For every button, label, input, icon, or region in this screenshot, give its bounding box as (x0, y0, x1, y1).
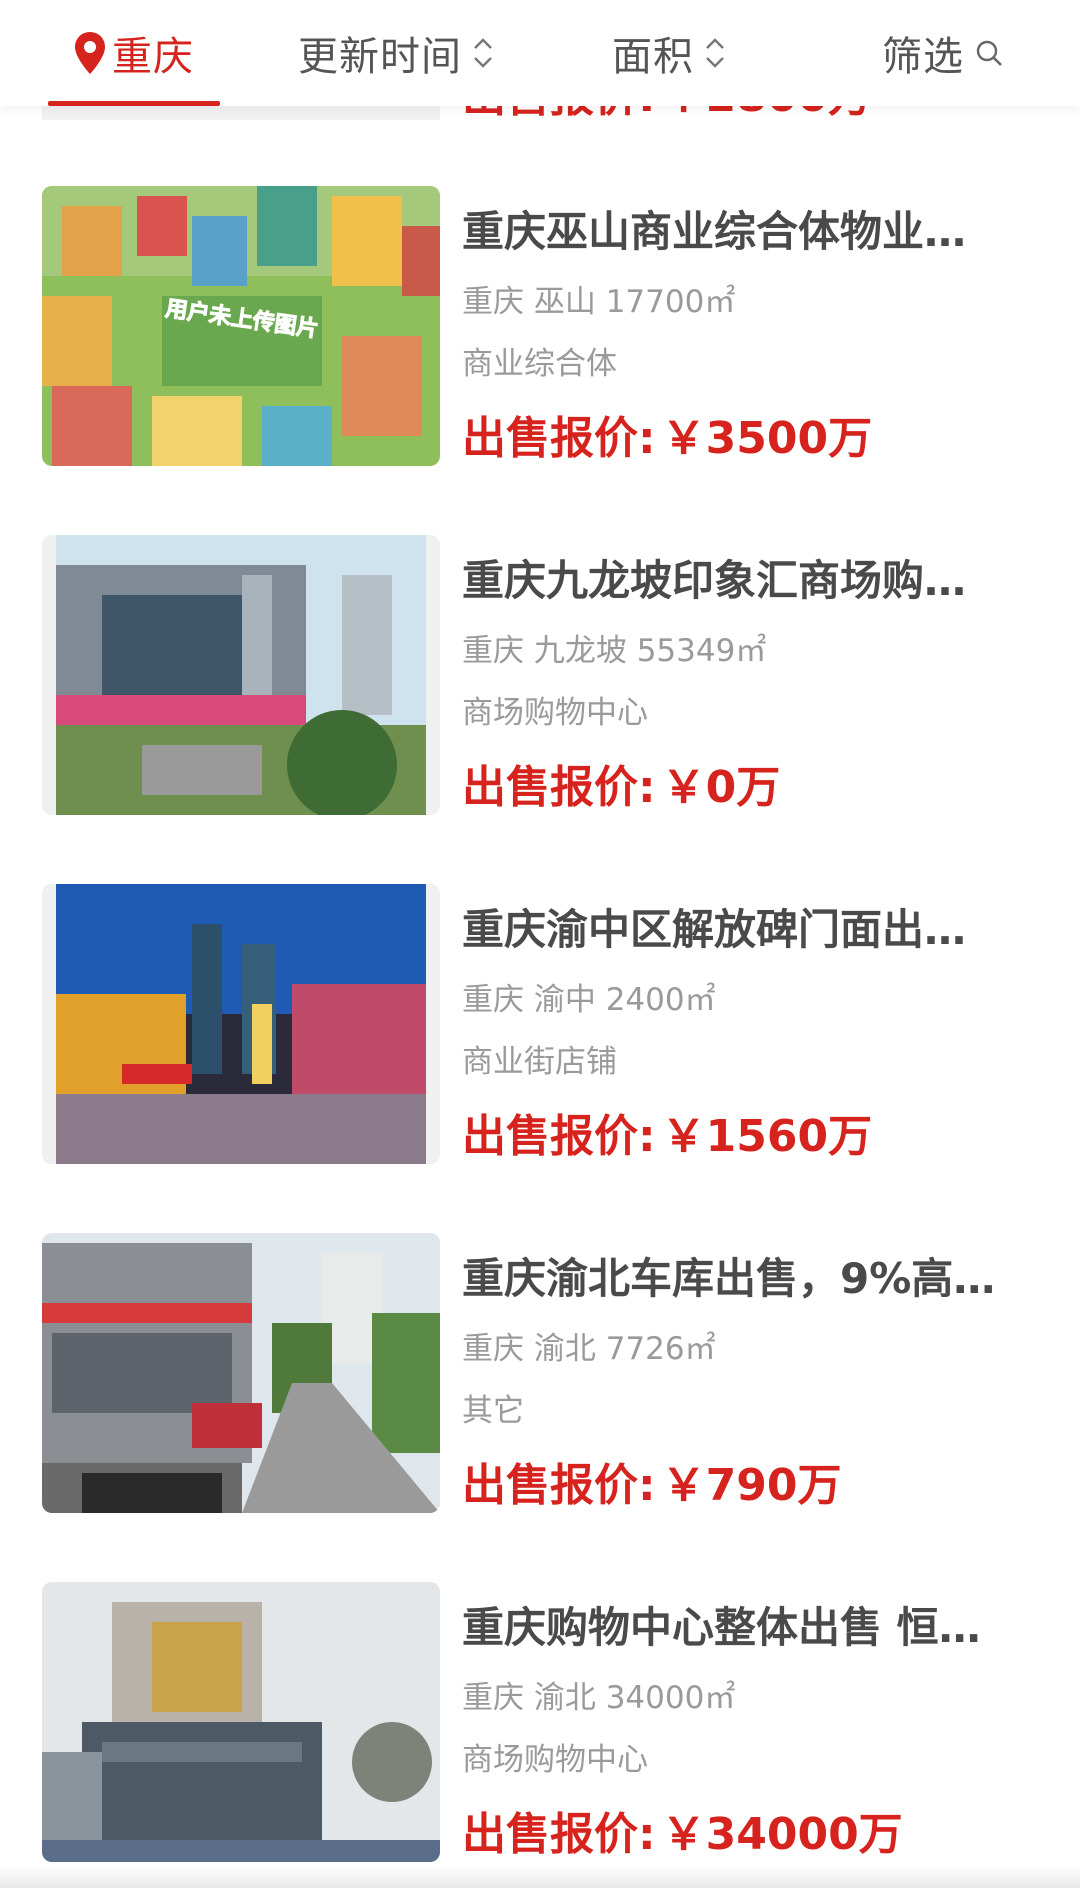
listing-price: 出售报价: ￥3500万 (462, 402, 872, 466)
price-label: 出售报价: (462, 413, 656, 464)
tab-city-label: 重庆 (112, 34, 194, 80)
listing-item[interactable]: 重庆购物中心整体出售 恒… 重庆 渝北 34000㎡ 商场购物中心 出售报价: ￥… (0, 1582, 1080, 1862)
listing-price: 出售报价: ￥0万 (462, 751, 780, 815)
listing-category: 商场购物中心 (462, 1742, 648, 1778)
tab-city[interactable]: 重庆 (72, 0, 194, 106)
price-label: 出售报价: (462, 1809, 656, 1860)
tab-update-time[interactable]: 更新时间 (298, 0, 496, 106)
sort-updown-icon (474, 38, 492, 68)
tab-update-time-label: 更新时间 (298, 34, 462, 80)
tab-area[interactable]: 面积 (612, 0, 728, 106)
listing-thumbnail[interactable] (42, 1582, 440, 1862)
price-label: 出售报价: (462, 1460, 656, 1511)
placeholder-town-image: 用户未上传图片 (42, 186, 440, 466)
listing-info: 重庆巫山商业综合体物业… 重庆 巫山 17700㎡ 商业综合体 出售报价: ￥35… (462, 186, 1042, 466)
listing-price: 出售报价: ￥34000万 (462, 1798, 903, 1862)
tab-filter[interactable]: 筛选 (882, 0, 1004, 106)
listing-info: 重庆九龙坡印象汇商场购… 重庆 九龙坡 55349㎡ 商场购物中心 出售报价: ￥… (462, 535, 1042, 815)
listing-info: 重庆购物中心整体出售 恒… 重庆 渝北 34000㎡ 商场购物中心 出售报价: ￥… (462, 1582, 1042, 1862)
listing-location: 重庆 渝中 2400㎡ (462, 982, 716, 1018)
price-label: 出售报价: (462, 1111, 656, 1162)
sort-updown-icon (706, 38, 724, 68)
listing-info: 重庆渝中区解放碑门面出… 重庆 渝中 2400㎡ 商业街店铺 出售报价: ￥156… (462, 884, 1042, 1164)
tab-filter-label: 筛选 (882, 34, 964, 80)
listing-title[interactable]: 重庆购物中心整体出售 恒… (462, 1594, 1032, 1655)
listing-category: 商业综合体 (462, 346, 617, 382)
listing-category: 其它 (462, 1393, 524, 1429)
listing-item[interactable]: 重庆九龙坡印象汇商场购… 重庆 九龙坡 55349㎡ 商场购物中心 出售报价: ￥… (0, 535, 1080, 815)
listing-location: 重庆 渝北 34000㎡ (462, 1680, 736, 1716)
listing-price: 出售报价: ￥790万 (462, 1449, 841, 1513)
price-value: ￥3500万 (661, 413, 873, 464)
tab-area-label: 面积 (612, 34, 694, 80)
listing-location: 重庆 渝北 7726㎡ (462, 1331, 716, 1367)
listing-title[interactable]: 重庆渝中区解放碑门面出… (462, 896, 1032, 957)
search-icon (976, 40, 1002, 66)
price-value: ￥34000万 (661, 1809, 903, 1860)
listing-page: 出售报价:￥2800万 重庆 更新时间 面积 筛选 (0, 0, 1080, 1888)
street-night-photo (42, 884, 440, 1164)
bottom-edge (0, 1866, 1080, 1888)
price-value: ￥0万 (661, 762, 781, 813)
active-tab-underline (48, 101, 220, 106)
filter-bar: 重庆 更新时间 面积 筛选 (0, 0, 1080, 106)
listing-item[interactable]: 重庆渝中区解放碑门面出… 重庆 渝中 2400㎡ 商业街店铺 出售报价: ￥156… (0, 884, 1080, 1164)
price-value: ￥790万 (661, 1460, 842, 1511)
listing-title[interactable]: 重庆渝北车库出售，9%高… (462, 1245, 1032, 1306)
listing-item[interactable]: 重庆渝北车库出售，9%高… 重庆 渝北 7726㎡ 其它 出售报价: ￥790万 (0, 1233, 1080, 1513)
location-pin-icon (75, 32, 105, 74)
building-photo (42, 1582, 440, 1862)
listing-location: 重庆 九龙坡 55349㎡ (462, 633, 767, 669)
listing-title[interactable]: 重庆巫山商业综合体物业… (462, 198, 1032, 259)
listing-thumbnail[interactable] (42, 1233, 440, 1513)
listing-location: 重庆 巫山 17700㎡ (462, 284, 736, 320)
listing-category: 商场购物中心 (462, 695, 648, 731)
listing-item[interactable]: 用户未上传图片 重庆巫山商业综合体物业… 重庆 巫山 17700㎡ 商业综合体 … (0, 186, 1080, 466)
listing-title[interactable]: 重庆九龙坡印象汇商场购… (462, 547, 1032, 608)
price-value: ￥1560万 (661, 1111, 873, 1162)
street-photo (42, 1233, 440, 1513)
listing-thumbnail[interactable]: 用户未上传图片 (42, 186, 440, 466)
listing-price: 出售报价: ￥1560万 (462, 1100, 872, 1164)
listing-category: 商业街店铺 (462, 1044, 617, 1080)
listing-thumbnail[interactable] (42, 884, 440, 1164)
mall-photo (42, 535, 440, 815)
listing-thumbnail[interactable] (42, 535, 440, 815)
price-label: 出售报价: (462, 762, 656, 813)
listing-info: 重庆渝北车库出售，9%高… 重庆 渝北 7726㎡ 其它 出售报价: ￥790万 (462, 1233, 1042, 1513)
